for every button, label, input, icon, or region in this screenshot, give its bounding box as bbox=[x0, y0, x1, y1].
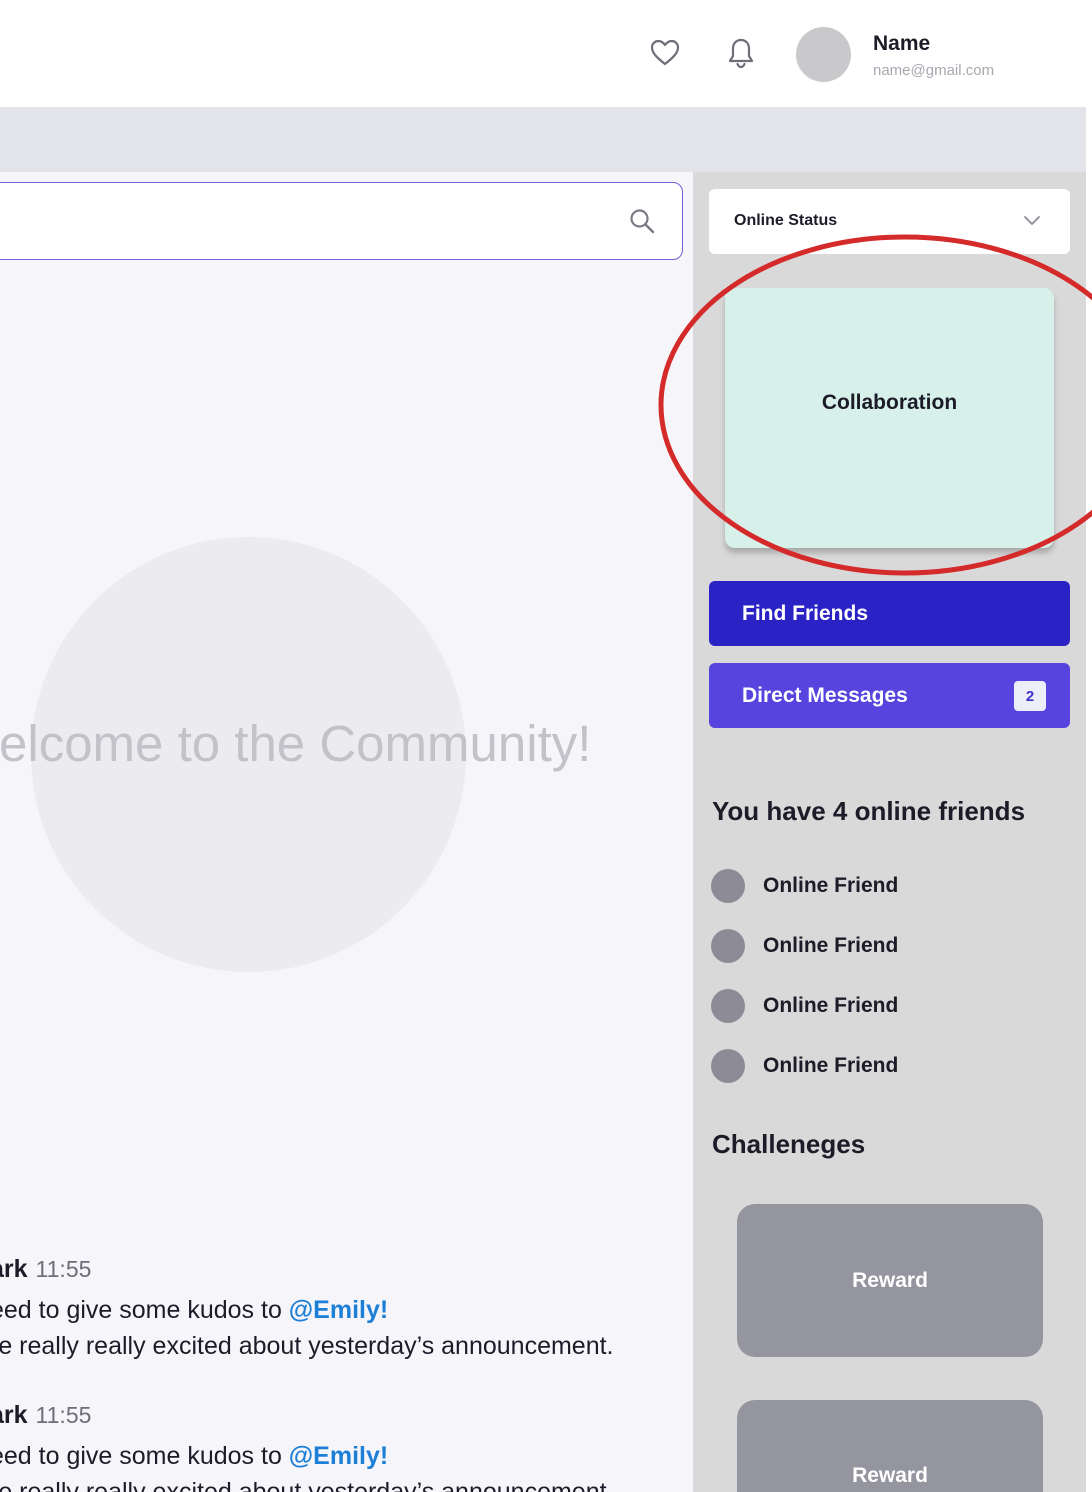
community-page: Name name@gmail.com elcome to the Commun… bbox=[0, 0, 1092, 1492]
find-friends-label: Find Friends bbox=[742, 601, 868, 625]
user-email: name@gmail.com bbox=[873, 62, 995, 79]
message-author: ark bbox=[0, 1401, 28, 1429]
mention-link[interactable]: @Emily! bbox=[289, 1296, 388, 1324]
unread-badge: 2 bbox=[1014, 681, 1046, 711]
message-text: eed to give some kudos to bbox=[0, 1442, 289, 1470]
online-status-label: Online Status bbox=[734, 212, 838, 229]
message-time: 11:55 bbox=[35, 1256, 92, 1282]
find-friends-button[interactable]: Find Friends bbox=[709, 581, 1070, 646]
main-feed: elcome to the Community! ark 11:55 eed to… bbox=[0, 172, 693, 1492]
toolbar-band bbox=[0, 108, 1086, 172]
message-header: ark 11:55 bbox=[0, 1255, 614, 1284]
message-text: re really really excited about yesterday… bbox=[0, 1478, 614, 1492]
search-input[interactable] bbox=[0, 182, 683, 260]
message-text: eed to give some kudos to bbox=[0, 1296, 289, 1324]
reward-card[interactable]: Reward bbox=[737, 1400, 1043, 1492]
search-icon[interactable] bbox=[626, 205, 658, 237]
chat-message: ark 11:55 eed to give some kudos to @Emil… bbox=[0, 1255, 614, 1364]
right-sidebar: Online Status Collaboration Find Friends… bbox=[693, 172, 1086, 1492]
friend-list-item[interactable]: Online Friend bbox=[711, 989, 898, 1023]
friend-name: Online Friend bbox=[763, 874, 899, 897]
message-line: eed to give some kudos to @Emily! bbox=[0, 1292, 614, 1328]
chevron-down-icon bbox=[1022, 213, 1042, 229]
message-author: ark bbox=[0, 1255, 28, 1283]
welcome-heading: elcome to the Community! bbox=[0, 715, 592, 772]
direct-messages-button[interactable]: Direct Messages 2 bbox=[709, 663, 1070, 728]
friend-avatar bbox=[711, 929, 745, 963]
reward-label: Reward bbox=[852, 1268, 928, 1292]
reward-label: Reward bbox=[852, 1463, 928, 1487]
message-text: re really really excited about yesterday… bbox=[0, 1332, 614, 1360]
friend-list-item[interactable]: Online Friend bbox=[711, 869, 898, 903]
friend-name: Online Friend bbox=[763, 1054, 899, 1077]
bell-icon[interactable] bbox=[724, 36, 758, 70]
online-friends-heading: You have 4 online friends bbox=[712, 796, 1026, 826]
reward-card[interactable]: Reward bbox=[737, 1204, 1043, 1357]
friend-list-item[interactable]: Online Friend bbox=[711, 929, 898, 963]
message-header: ark 11:55 bbox=[0, 1401, 614, 1430]
collaboration-card[interactable]: Collaboration bbox=[725, 288, 1054, 548]
message-line: eed to give some kudos to @Emily! bbox=[0, 1438, 614, 1474]
friend-avatar bbox=[711, 1049, 745, 1083]
friend-name: Online Friend bbox=[763, 934, 899, 957]
direct-messages-label: Direct Messages bbox=[742, 683, 908, 707]
user-name: Name bbox=[873, 32, 931, 55]
friend-avatar bbox=[711, 989, 745, 1023]
online-status-select[interactable]: Online Status bbox=[709, 189, 1070, 254]
mention-link[interactable]: @Emily! bbox=[289, 1442, 388, 1470]
friend-name: Online Friend bbox=[763, 994, 899, 1017]
message-time: 11:55 bbox=[35, 1402, 92, 1428]
chat-message: ark 11:55 eed to give some kudos to @Emil… bbox=[0, 1401, 614, 1492]
friend-avatar bbox=[711, 869, 745, 903]
collaboration-label: Collaboration bbox=[821, 391, 958, 414]
user-avatar[interactable] bbox=[796, 27, 851, 82]
heart-icon[interactable] bbox=[648, 36, 682, 70]
challenges-heading: Challeneges bbox=[712, 1129, 866, 1159]
top-header: Name name@gmail.com bbox=[0, 0, 1086, 108]
friend-list-item[interactable]: Online Friend bbox=[711, 1049, 898, 1083]
